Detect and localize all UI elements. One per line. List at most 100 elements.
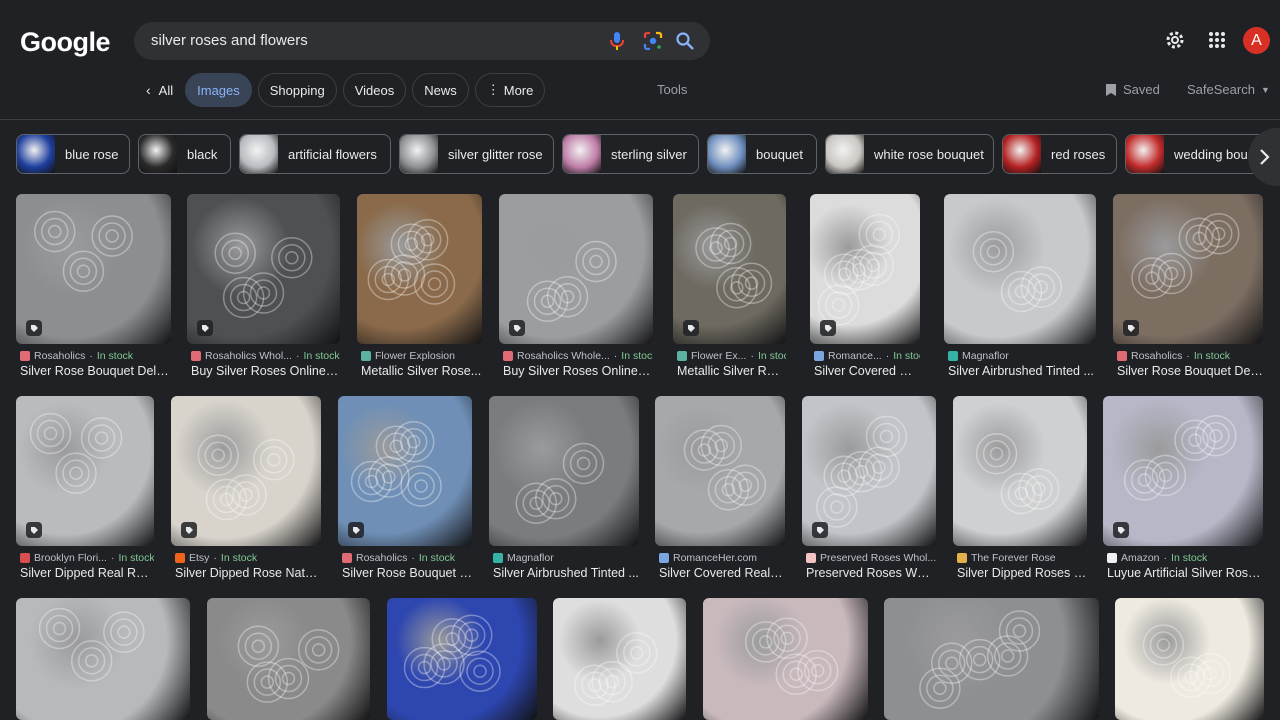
result-source[interactable]: Preserved Roses Whol... bbox=[806, 552, 936, 564]
image-result[interactable] bbox=[553, 598, 686, 720]
image-result[interactable]: Magnaflor Silver Airbrushed Tinted ... bbox=[489, 396, 639, 586]
result-title[interactable]: Metallic Silver Rose... bbox=[361, 364, 482, 378]
image-result[interactable]: Rosaholics Whole...·In stock Buy Silver R… bbox=[499, 194, 653, 384]
result-thumbnail[interactable] bbox=[16, 194, 171, 344]
result-thumbnail[interactable] bbox=[16, 598, 190, 720]
image-result[interactable]: Flower Explosion Metallic Silver Rose... bbox=[357, 194, 482, 384]
related-chip[interactable]: white rose bouquet bbox=[825, 134, 994, 174]
related-chip[interactable]: bouquet bbox=[707, 134, 817, 174]
result-source[interactable]: Rosaholics · In stock bbox=[1117, 350, 1263, 362]
image-result[interactable]: Etsy · In stock Silver Dipped Rose Natur... bbox=[171, 396, 321, 586]
result-thumbnail[interactable] bbox=[207, 598, 370, 720]
result-title[interactable]: Silver Airbrushed Tinted ... bbox=[493, 566, 639, 580]
image-result[interactable]: Rosaholics · In stock Silver Rose Bouquet D… bbox=[16, 194, 171, 384]
related-chip[interactable]: sterling silver bbox=[562, 134, 699, 174]
result-source[interactable]: Rosaholics · In stock bbox=[20, 350, 171, 362]
result-source[interactable]: Romance...·In stock bbox=[814, 350, 920, 362]
result-source[interactable]: Brooklyn Flori... · In stock bbox=[20, 552, 154, 564]
result-thumbnail[interactable] bbox=[338, 396, 472, 546]
result-source[interactable]: The Forever Rose bbox=[957, 552, 1087, 564]
result-title[interactable]: Silver Dipped Real Ros... bbox=[20, 566, 154, 580]
image-result[interactable] bbox=[16, 598, 190, 720]
result-source[interactable]: RomanceHer.com bbox=[659, 552, 785, 564]
result-thumbnail[interactable] bbox=[810, 194, 920, 344]
image-result[interactable]: Rosaholics · In stock Silver Rose Bouquet |… bbox=[338, 396, 472, 586]
search-box[interactable]: silver roses and flowers bbox=[134, 22, 710, 60]
settings-gear-icon[interactable] bbox=[1162, 27, 1188, 53]
image-result[interactable] bbox=[703, 598, 868, 720]
image-result[interactable]: Amazon · In stock Luyue Artificial Silver R… bbox=[1103, 396, 1263, 586]
result-source[interactable]: Etsy · In stock bbox=[175, 552, 321, 564]
result-title[interactable]: Buy Silver Roses Online – ... bbox=[503, 364, 653, 378]
result-thumbnail[interactable] bbox=[16, 396, 154, 546]
related-chip[interactable]: artificial flowers bbox=[239, 134, 391, 174]
result-title[interactable]: Silver Dipped Rose Natur... bbox=[175, 566, 321, 580]
result-source[interactable]: Magnaflor bbox=[948, 350, 1096, 362]
result-thumbnail[interactable] bbox=[499, 194, 653, 344]
image-result[interactable]: The Forever Rose Silver Dipped Roses - ..… bbox=[953, 396, 1087, 586]
tab-images[interactable]: Images bbox=[185, 73, 252, 107]
image-result[interactable]: Magnaflor Silver Airbrushed Tinted ... bbox=[944, 194, 1096, 384]
result-title[interactable]: Preserved Roses Whol... bbox=[806, 566, 936, 580]
result-thumbnail[interactable] bbox=[357, 194, 482, 344]
result-thumbnail[interactable] bbox=[703, 598, 868, 720]
result-title[interactable]: Silver Rose Bouquet Deliv... bbox=[1117, 364, 1263, 378]
result-source[interactable]: Magnaflor bbox=[493, 552, 639, 564]
result-title[interactable]: Silver Airbrushed Tinted ... bbox=[948, 364, 1096, 378]
search-icon[interactable] bbox=[674, 30, 696, 52]
tab-videos[interactable]: Videos bbox=[342, 73, 407, 107]
result-title[interactable]: Silver Rose Bouquet | ... bbox=[342, 566, 472, 580]
result-title[interactable]: Luyue Artificial Silver Rose... bbox=[1107, 566, 1263, 580]
result-thumbnail[interactable] bbox=[1115, 598, 1264, 720]
related-chip[interactable]: black bbox=[138, 134, 231, 174]
image-result[interactable]: RomanceHer.com Silver Covered Real R... bbox=[655, 396, 785, 586]
image-result[interactable]: Preserved Roses Whol... Preserved Roses W… bbox=[802, 396, 936, 586]
result-title[interactable]: Silver Dipped Roses - ... bbox=[957, 566, 1087, 580]
related-chip[interactable]: blue rose bbox=[16, 134, 130, 174]
tools-button[interactable]: Tools bbox=[657, 82, 687, 97]
result-thumbnail[interactable] bbox=[884, 598, 1099, 720]
safesearch-button[interactable]: SafeSearch ▼ bbox=[1187, 82, 1270, 97]
result-title[interactable]: Metallic Silver Rose... bbox=[677, 364, 786, 378]
result-thumbnail[interactable] bbox=[187, 194, 340, 344]
related-chip[interactable]: red roses bbox=[1002, 134, 1117, 174]
tab-more[interactable]: ⋮ More bbox=[474, 73, 546, 107]
result-thumbnail[interactable] bbox=[655, 396, 785, 546]
tab-all[interactable]: ‹ All bbox=[140, 73, 179, 107]
google-logo[interactable]: Google bbox=[20, 27, 111, 58]
account-avatar[interactable]: A bbox=[1243, 27, 1270, 54]
apps-grid-icon[interactable] bbox=[1204, 27, 1230, 53]
result-source[interactable]: Rosaholics Whol... · In stock bbox=[191, 350, 340, 362]
result-thumbnail[interactable] bbox=[171, 396, 321, 546]
result-thumbnail[interactable] bbox=[489, 396, 639, 546]
result-thumbnail[interactable] bbox=[944, 194, 1096, 344]
result-source[interactable]: Amazon · In stock bbox=[1107, 552, 1263, 564]
result-source[interactable]: Flower Ex...·In stock bbox=[677, 350, 786, 362]
image-result[interactable]: Brooklyn Flori... · In stock Silver Dipped … bbox=[16, 396, 154, 586]
image-result[interactable]: Rosaholics · In stock Silver Rose Bouquet D… bbox=[1113, 194, 1263, 384]
image-result[interactable] bbox=[207, 598, 370, 720]
saved-button[interactable]: Saved bbox=[1105, 82, 1160, 97]
image-result[interactable]: Rosaholics Whol... · In stock Buy Silver Ro… bbox=[187, 194, 340, 384]
related-chip[interactable]: silver glitter rose bbox=[399, 134, 554, 174]
result-title[interactable]: Buy Silver Roses Online –... bbox=[191, 364, 340, 378]
image-result[interactable] bbox=[387, 598, 537, 720]
tab-shopping[interactable]: Shopping bbox=[257, 73, 337, 107]
result-source[interactable]: Flower Explosion bbox=[361, 350, 482, 362]
result-thumbnail[interactable] bbox=[553, 598, 686, 720]
result-thumbnail[interactable] bbox=[673, 194, 786, 344]
result-thumbnail[interactable] bbox=[387, 598, 537, 720]
result-title[interactable]: Silver Covered Real ... bbox=[814, 364, 920, 378]
result-thumbnail[interactable] bbox=[953, 396, 1087, 546]
image-result[interactable]: Romance...·In stock Silver Covered Real .… bbox=[810, 194, 920, 384]
result-source[interactable]: Rosaholics · In stock bbox=[342, 552, 472, 564]
mic-icon[interactable] bbox=[606, 30, 628, 52]
result-title[interactable]: Silver Rose Bouquet Deliv... bbox=[20, 364, 171, 378]
search-input[interactable]: silver roses and flowers bbox=[151, 32, 308, 49]
image-result[interactable] bbox=[1115, 598, 1264, 720]
image-result[interactable]: Flower Ex...·In stock Metallic Silver Ros… bbox=[673, 194, 786, 384]
result-thumbnail[interactable] bbox=[1103, 396, 1263, 546]
tab-news[interactable]: News bbox=[412, 73, 469, 107]
image-result[interactable] bbox=[884, 598, 1099, 720]
lens-icon[interactable] bbox=[642, 30, 664, 52]
